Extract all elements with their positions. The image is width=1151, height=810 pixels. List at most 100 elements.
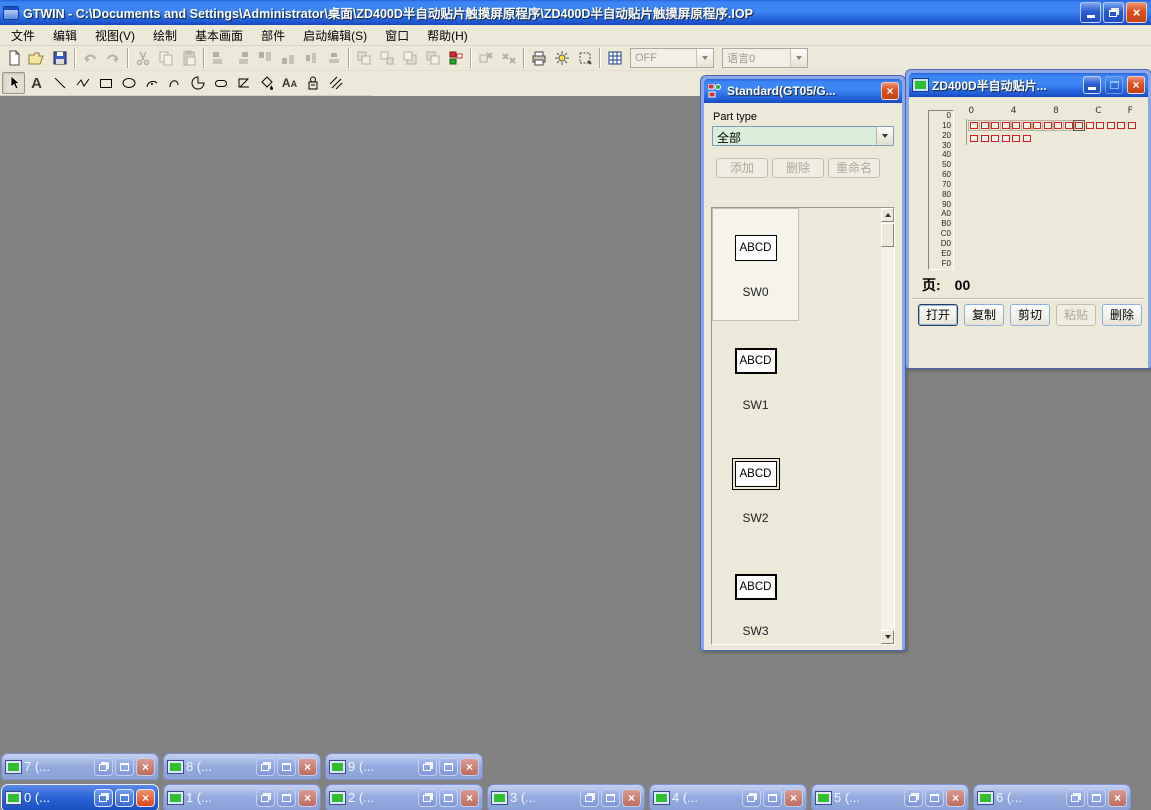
cut-screen-button[interactable]: 剪切 — [1010, 304, 1050, 326]
close-button[interactable]: × — [946, 789, 965, 807]
close-button[interactable]: × — [298, 758, 317, 776]
curve-icon[interactable] — [163, 72, 186, 94]
screen-thumbnail[interactable] — [1096, 122, 1104, 129]
screen-thumbnail[interactable] — [970, 122, 978, 129]
bring-to-front-icon[interactable] — [398, 47, 421, 69]
paste-icon[interactable] — [177, 47, 200, 69]
open-screen-button[interactable]: 打开 — [918, 304, 958, 326]
menu-base-screen[interactable]: 基本画面 — [186, 25, 252, 46]
undo-icon[interactable] — [78, 47, 101, 69]
text-icon[interactable]: A — [25, 72, 48, 94]
restore-button[interactable] — [1103, 2, 1124, 23]
polyline-icon[interactable] — [71, 72, 94, 94]
paste-screen-button[interactable]: 粘贴 — [1056, 304, 1096, 326]
maximize-button[interactable] — [277, 789, 296, 807]
delete-button[interactable]: 删除 — [772, 158, 824, 178]
maximize-button[interactable] — [439, 789, 458, 807]
part-cell-sw2[interactable]: ABCDSW2 — [712, 434, 799, 547]
screen-close-button[interactable]: × — [1127, 76, 1145, 94]
restore-button[interactable] — [418, 758, 437, 776]
capsule-icon[interactable] — [209, 72, 232, 94]
stamp-icon[interactable] — [301, 72, 324, 94]
part-type-combo[interactable]: 全部 — [712, 126, 894, 146]
menu-help[interactable]: 帮助(H) — [418, 25, 477, 46]
delete-screen-button[interactable]: 删除 — [1102, 304, 1142, 326]
screen-minimize-button[interactable] — [1083, 76, 1101, 94]
screen-thumbnail[interactable] — [1033, 122, 1041, 129]
minimized-window-6[interactable]: 6 (...× — [973, 784, 1131, 810]
blink-display-icon[interactable] — [550, 47, 573, 69]
minimized-window-8[interactable]: 8 (...× — [163, 753, 321, 780]
save-icon[interactable] — [48, 47, 71, 69]
delete-screen-icon[interactable] — [474, 47, 497, 69]
line-icon[interactable] — [48, 72, 71, 94]
close-button[interactable]: × — [622, 789, 641, 807]
maximize-button[interactable] — [1087, 789, 1106, 807]
restore-button[interactable] — [256, 789, 275, 807]
text-list-icon[interactable]: AA — [278, 72, 301, 94]
restore-button[interactable] — [418, 789, 437, 807]
pie-icon[interactable] — [186, 72, 209, 94]
menu-startup-edit[interactable]: 启动编辑(S) — [294, 25, 376, 46]
menu-window[interactable]: 窗口 — [376, 25, 418, 46]
align-center-vertical-icon[interactable] — [322, 47, 345, 69]
scroll-down-button[interactable] — [881, 630, 894, 644]
minimized-window-3[interactable]: 3 (...× — [487, 784, 645, 810]
pointer-icon[interactable] — [2, 72, 25, 94]
menu-parts[interactable]: 部件 — [252, 25, 294, 46]
parts-scrollbar[interactable] — [881, 208, 894, 644]
screen-thumbnail[interactable] — [1023, 122, 1031, 129]
menu-draw[interactable]: 绘制 — [144, 25, 186, 46]
align-left-icon[interactable] — [207, 47, 230, 69]
part-cell-sw3[interactable]: ABCDSW3 — [712, 547, 799, 645]
select-area-icon[interactable] — [573, 47, 596, 69]
screen-thumbnail[interactable] — [1086, 122, 1094, 129]
menu-view[interactable]: 视图(V) — [86, 25, 144, 46]
restore-button[interactable] — [904, 789, 923, 807]
close-button[interactable]: × — [460, 789, 479, 807]
screen-thumbnail[interactable] — [1012, 135, 1020, 142]
align-center-horizontal-icon[interactable] — [299, 47, 322, 69]
close-button[interactable]: × — [1126, 2, 1147, 23]
screen-manager-titlebar[interactable]: ZD400D半自动贴片... × — [909, 73, 1148, 97]
screen-maximize-button[interactable] — [1105, 76, 1123, 94]
scroll-up-button[interactable] — [881, 208, 894, 222]
standard-parts-close-button[interactable]: × — [881, 82, 899, 100]
new-icon[interactable] — [2, 47, 25, 69]
fill-icon[interactable] — [255, 72, 278, 94]
minimized-window-5[interactable]: 5 (...× — [811, 784, 969, 810]
screen-thumbnail[interactable] — [970, 135, 978, 142]
restore-button[interactable] — [94, 758, 113, 776]
menu-file[interactable]: 文件 — [2, 25, 44, 46]
screen-thumbnail[interactable] — [1107, 122, 1115, 129]
grid-display-combo-arrow[interactable] — [696, 49, 713, 67]
restore-button[interactable] — [94, 789, 113, 807]
ungroup-icon[interactable] — [375, 47, 398, 69]
screen-thumbnail[interactable] — [981, 135, 989, 142]
parts-screen-manager-icon[interactable] — [444, 47, 467, 69]
screen-thumbnail[interactable] — [1012, 122, 1020, 129]
maximize-button[interactable] — [763, 789, 782, 807]
group-icon[interactable] — [352, 47, 375, 69]
rename-button[interactable]: 重命名 — [828, 158, 880, 178]
restore-button[interactable] — [580, 789, 599, 807]
screen-thumbnail[interactable] — [1023, 135, 1031, 142]
screen-thumbnail[interactable] — [991, 122, 999, 129]
grid-display-combo[interactable]: OFF — [630, 48, 714, 68]
close-button[interactable]: × — [136, 789, 155, 807]
hatch-icon[interactable] — [324, 72, 347, 94]
language-combo[interactable]: 语言0 — [722, 48, 808, 68]
cut-icon[interactable] — [131, 47, 154, 69]
close-button[interactable]: × — [298, 789, 317, 807]
language-combo-arrow[interactable] — [790, 49, 807, 67]
grid-display-icon[interactable] — [603, 47, 626, 69]
close-button[interactable]: × — [136, 758, 155, 776]
maximize-button[interactable] — [925, 789, 944, 807]
align-right-icon[interactable] — [230, 47, 253, 69]
screen-thumbnail[interactable] — [1117, 122, 1125, 129]
minimized-window-2[interactable]: 2 (...× — [325, 784, 483, 810]
maximize-button[interactable] — [115, 789, 134, 807]
polygon-icon[interactable] — [232, 72, 255, 94]
ellipse-icon[interactable] — [117, 72, 140, 94]
restore-button[interactable] — [742, 789, 761, 807]
